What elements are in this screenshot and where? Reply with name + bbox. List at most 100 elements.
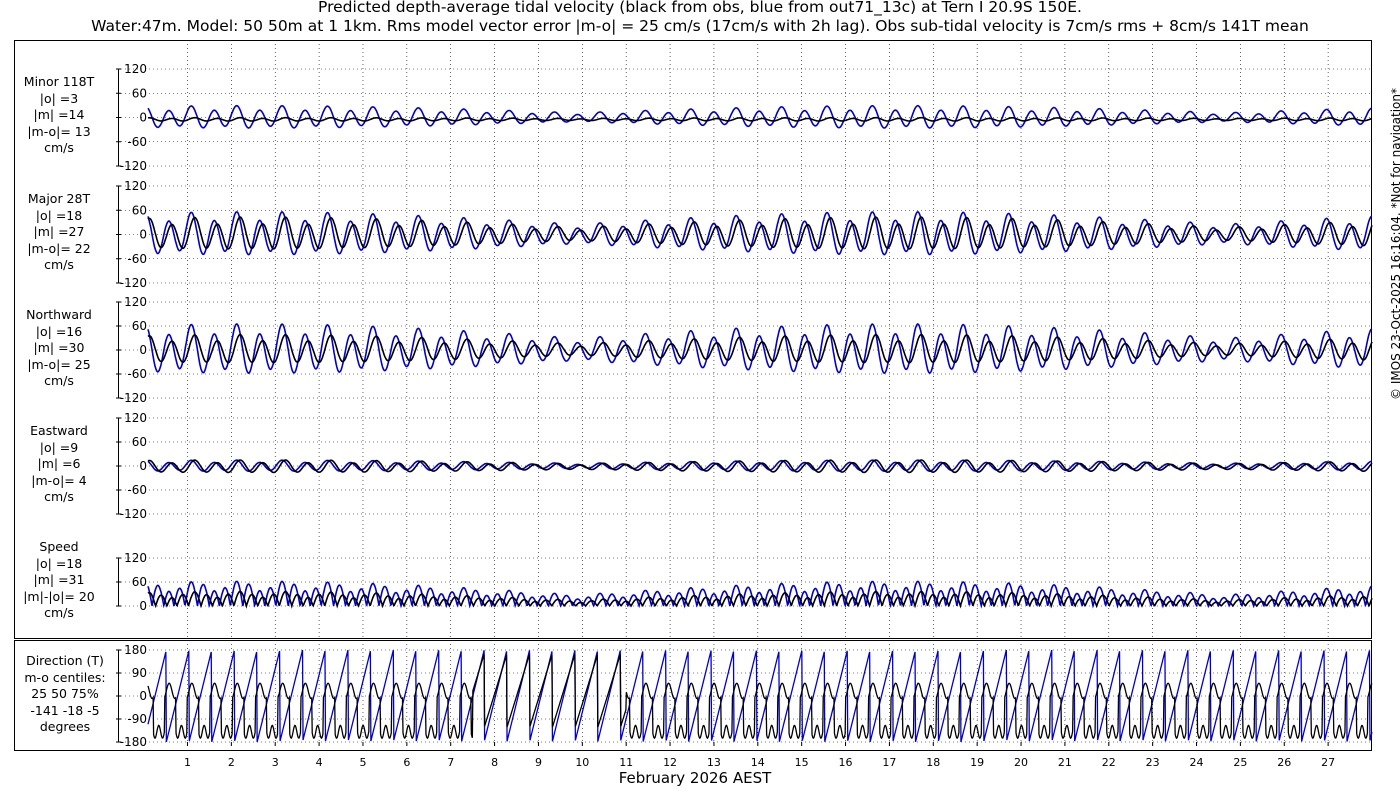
x-tick-label: 19 (970, 756, 984, 769)
y-tick-label: 120 (124, 411, 147, 425)
y-tick-label: -120 (120, 507, 147, 521)
panel-label-line: |m-o|= 13 (27, 123, 91, 139)
panel-label-line: cm/s (44, 605, 74, 620)
y-tick-label: -60 (127, 135, 147, 149)
panel-label-speed: Speed |o| =18 |m| =31 |m|-|o|= 20 cm/s (0, 539, 118, 622)
tidal-velocity-figure: 1 2 3 4 5 6 7 8 9 10 11 12 13 14 15 16 17 18 19 20 21 22 23 24 2… (14, 40, 1373, 769)
x-tick-label: 13 (707, 756, 721, 769)
y-tick-label: 90 (132, 666, 147, 680)
panel-minor: 120 60 0 -60 -120 (116, 62, 1373, 173)
x-tick-label: 1 (184, 756, 191, 769)
panel-northward: 120 60 0 -60 -120 (116, 295, 1373, 405)
x-tick-label: 4 (316, 756, 323, 769)
panel-label-line: -141 -18 -5 (30, 702, 100, 718)
x-tick-label: 27 (1321, 756, 1335, 769)
panel-label-line: cm/s (44, 140, 74, 155)
x-tick-label: 18 (926, 756, 940, 769)
y-tick-label: 60 (132, 435, 147, 449)
y-tick-label: -180 (120, 735, 147, 749)
panel-label-eastward: Eastward |o| =9 |m| =6 |m-o|= 4 cm/s (0, 423, 118, 506)
x-tick-label: 9 (535, 756, 542, 769)
panel-label-line: |m| =30 (33, 340, 85, 355)
panel-label-line: Northward (26, 307, 92, 322)
panel-label-line: |m| =27 (33, 224, 85, 239)
panel-eastward: 120 60 0 -60 -120 (116, 411, 1373, 521)
model-series-minor (147, 104, 1372, 129)
x-tick-label: 11 (619, 756, 633, 769)
panel-label-line: |o| =18 (35, 207, 83, 223)
x-tick-label: 7 (447, 756, 454, 769)
x-tick-label: 23 (1146, 756, 1160, 769)
y-tick-label: 60 (132, 319, 147, 333)
x-tick-label: 10 (575, 756, 589, 769)
panel-major: 120 60 0 -60 -120 (116, 179, 1373, 290)
x-tick-labels: 1 2 3 4 5 6 7 8 9 10 11 12 13 14 15 16 17 18 19 20 21 22 23 24 2… (184, 742, 1335, 769)
x-tick-label: 25 (1233, 756, 1247, 769)
y-tick-label: -60 (127, 483, 147, 497)
panel-label-line: |o| =9 (39, 439, 79, 455)
y-tick-label: -90 (127, 712, 147, 726)
x-tick-label: 16 (839, 756, 853, 769)
x-tick-label: 20 (1014, 756, 1028, 769)
panel-label-line: |o| =3 (39, 90, 79, 106)
panel-label-minor: Minor 118T |o| =3 |m| =14 |m-o|= 13 cm/s (0, 74, 118, 157)
x-tick-label: 12 (663, 756, 677, 769)
panel-label-line: |m-o|= 4 (31, 472, 87, 488)
y-tick-label: 120 (124, 179, 147, 193)
y-tick-label: 0 (139, 459, 147, 473)
y-tick-label: 180 (124, 643, 147, 657)
panel-label-line: |m|-|o|= 20 (23, 588, 95, 604)
x-tick-label: 2 (228, 756, 235, 769)
panel-label-direction: Direction (T) m-o centiles: 25 50 75% -141 … (6, 653, 124, 736)
panel-speed: 120 60 0 (116, 551, 1373, 613)
panel-label-line: degrees (39, 719, 91, 734)
y-tick-label: 0 (139, 343, 147, 357)
panel-label-line: m-o centiles: (24, 669, 106, 685)
y-tick-label: 120 (124, 295, 147, 309)
x-tick-label: 24 (1190, 756, 1204, 769)
y-tick-label: 60 (132, 86, 147, 100)
y-tick-label: 120 (124, 551, 147, 565)
y-tick-label: -120 (120, 276, 147, 290)
panel-label-line: cm/s (44, 373, 74, 388)
panel-label-major: Major 28T |o| =18 |m| =27 |m-o|= 22 cm/s (0, 191, 118, 274)
y-tick-label: -120 (120, 159, 147, 173)
panel-label-line: Speed (39, 539, 79, 554)
y-tick-label: 0 (139, 689, 147, 703)
panel-label-line: |o| =18 (35, 555, 83, 571)
panel-label-line: 25 50 75% (31, 686, 99, 701)
panel-label-line: |m| =6 (37, 456, 81, 471)
y-tick-label: 120 (124, 62, 147, 76)
y-tick-label: -60 (127, 367, 147, 381)
panel-label-line: Eastward (30, 423, 88, 438)
panel-label-northward: Northward |o| =16 |m| =30 |m-o|= 25 cm/s (0, 307, 118, 390)
x-tick-label: 3 (272, 756, 279, 769)
panel-label-line: Minor 118T (23, 74, 95, 89)
x-tick-label: 26 (1277, 756, 1291, 769)
panel-direction: 180 90 0 -90 -180 (116, 643, 1373, 749)
x-axis-label: February 2026 AEST (618, 769, 772, 787)
panel-label-line: Direction (T) (26, 653, 104, 668)
y-tick-label: 60 (132, 575, 147, 589)
model-series-speed (147, 580, 1373, 609)
x-tick-label: 6 (403, 756, 410, 769)
panel-label-line: |m-o|= 25 (27, 356, 91, 372)
panel-label-line: |o| =16 (35, 323, 83, 339)
day-gridlines (187, 44, 1329, 748)
panel-label-line: |m| =31 (33, 572, 85, 587)
x-tick-label: 22 (1102, 756, 1116, 769)
x-tick-label: 8 (491, 756, 498, 769)
y-tick-label: 60 (132, 203, 147, 217)
y-tick-label: 0 (139, 111, 147, 125)
obs-series-minor (147, 116, 1373, 122)
panel-label-line: cm/s (44, 489, 74, 504)
panel-label-line: Major 28T (27, 191, 91, 206)
y-tick-label: -60 (127, 252, 147, 266)
x-tick-label: 17 (882, 756, 896, 769)
obs-series-eastward (147, 459, 1373, 474)
panel-label-line: cm/s (44, 257, 74, 272)
x-tick-label: 15 (795, 756, 809, 769)
copyright-notice: © IMOS 23-Oct-2025 16:16:04. *Not for na… (1389, 88, 1400, 400)
y-tick-label: 0 (139, 599, 147, 613)
panel-label-line: |m| =14 (33, 107, 85, 122)
